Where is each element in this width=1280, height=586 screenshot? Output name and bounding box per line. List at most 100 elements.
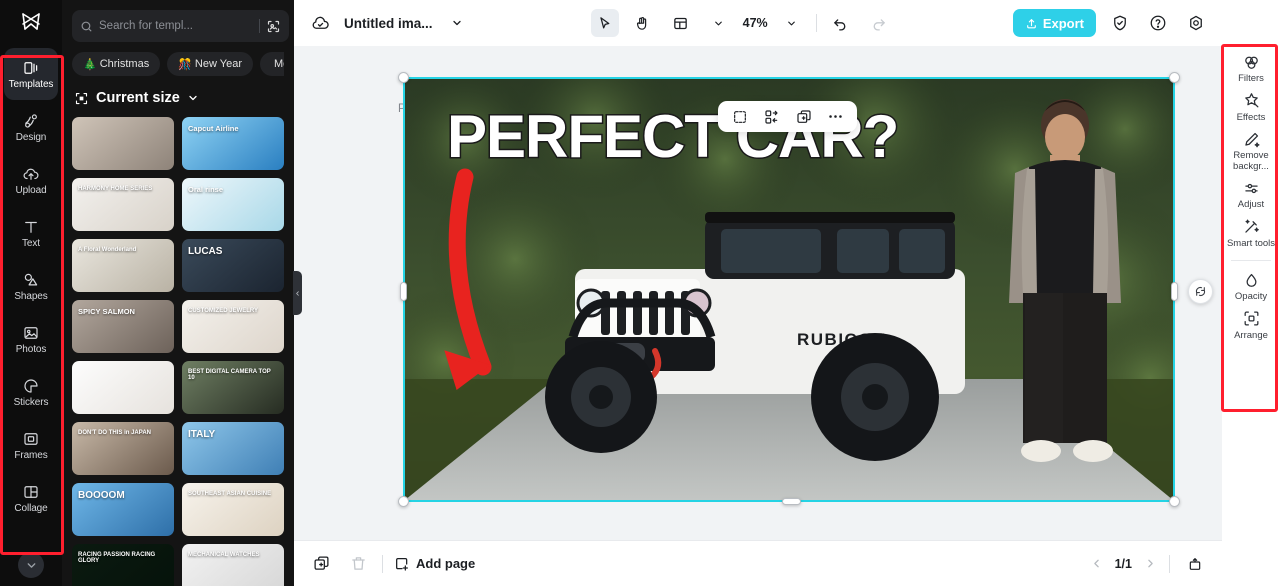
chip-label: Mo <box>274 58 284 70</box>
template-card-dont-do-this-in-japan[interactable]: DON'T DO THIS in JAPAN <box>72 422 174 475</box>
replace-media-button[interactable] <box>758 104 785 129</box>
sidebar-collapse-button[interactable] <box>18 552 44 578</box>
right-tool-arrange[interactable]: Arrange <box>1225 309 1277 342</box>
pager-divider <box>1169 554 1170 573</box>
crop-button[interactable] <box>726 104 753 129</box>
search-input[interactable] <box>72 10 289 42</box>
image-search-icon[interactable] <box>266 19 281 34</box>
right-tool-remove-backgr[interactable]: Remove backgr... <box>1225 129 1277 172</box>
hand-tool-button[interactable] <box>629 9 657 37</box>
right-tool-filters[interactable]: Filters <box>1225 52 1277 85</box>
delete-page-button[interactable] <box>345 551 371 577</box>
current-size-header[interactable]: Current size <box>72 90 284 106</box>
template-card-mechanical-watches[interactable]: MECHANICAL WATCHES <box>182 544 284 586</box>
template-card-customized-jewelry[interactable]: CUSTOMIZED JEWELRY <box>182 300 284 353</box>
selected-image-frame[interactable]: RUBICON PERFECT CAR? <box>398 72 1213 507</box>
template-card-harmony-home-series[interactable]: HARMONY HOME SERIES <box>72 178 174 231</box>
canvas-area[interactable]: Page 1 <box>294 46 1222 540</box>
duplicate-page-button[interactable] <box>308 551 334 577</box>
template-card-racing-passion-glory[interactable]: RACING PASSION RACING GLORY <box>72 544 174 586</box>
undo-button[interactable] <box>827 9 855 37</box>
help-circle-icon[interactable] <box>1144 9 1172 37</box>
template-card-oral-rinse-ad[interactable]: Oral rinse <box>182 178 284 231</box>
template-card-label: BEST DIGITAL CAMERA TOP 10 <box>188 369 271 381</box>
template-card-spicy-salmon[interactable]: SPICY SALMON <box>72 300 174 353</box>
template-card-food-menu-cards[interactable] <box>72 361 174 414</box>
document-title[interactable]: Untitled ima... <box>344 16 433 31</box>
template-card-label: BOOOOM <box>78 490 125 501</box>
add-page-button[interactable]: Add page <box>394 556 475 572</box>
resize-handle-left[interactable] <box>400 282 407 301</box>
right-tool-smart-tools[interactable]: Smart tools <box>1225 217 1277 250</box>
gear-icon[interactable] <box>1182 9 1210 37</box>
resize-handle-right[interactable] <box>1171 282 1178 301</box>
zoom-level[interactable]: 47% <box>743 16 768 30</box>
sidebar-item-stickers[interactable]: Stickers <box>4 366 58 418</box>
remove-background-icon <box>1242 129 1261 149</box>
template-card-floral-wonderland[interactable]: A Floral Wonderland <box>72 239 174 292</box>
sidebar-item-upload[interactable]: Upload <box>4 154 58 206</box>
cloud-saved-icon[interactable] <box>306 9 334 37</box>
category-chip-new-year[interactable]: 🎊 New Year <box>167 52 254 76</box>
redo-button[interactable] <box>865 9 893 37</box>
resize-handle-bottom-left[interactable] <box>398 496 409 507</box>
template-card-italy-travel[interactable]: ITALY <box>182 422 284 475</box>
right-tool-opacity[interactable]: Opacity <box>1225 270 1277 303</box>
sidebar-item-design[interactable]: Design <box>4 101 58 153</box>
duplicate-button[interactable] <box>790 104 817 129</box>
sidebar-item-photos[interactable]: Photos <box>4 313 58 365</box>
zoom-chevron-down-icon[interactable] <box>778 9 806 37</box>
adjust-sliders-icon <box>1242 178 1261 198</box>
next-page-button[interactable] <box>1144 557 1157 570</box>
template-card-label: ITALY <box>188 429 216 440</box>
artwork-thumbnail[interactable]: RUBICON PERFECT CAR? <box>405 79 1173 500</box>
rotate-handle[interactable] <box>1188 279 1213 304</box>
template-card-southeast-asian-cuisine[interactable]: SOUTHEAST ASIAN CUISINE <box>182 483 284 536</box>
layout-tool-button[interactable] <box>667 9 695 37</box>
category-chip-mo[interactable]: Mo <box>260 52 284 76</box>
chip-label: Christmas <box>99 58 150 70</box>
sidebar-item-templates[interactable]: Templates <box>4 48 58 100</box>
present-button[interactable] <box>1182 551 1208 577</box>
sidebar-item-frames[interactable]: Frames <box>4 419 58 471</box>
smart-tools-icon <box>1242 217 1261 237</box>
export-label: Export <box>1042 15 1084 31</box>
select-tool-button[interactable] <box>590 9 619 37</box>
sidebar-item-text[interactable]: Text <box>4 207 58 259</box>
capcut-logo-icon[interactable] <box>0 0 62 44</box>
chip-label: New Year <box>194 58 243 70</box>
template-card-interior-bedroom-carousel[interactable] <box>72 117 174 170</box>
editor-area: Untitled ima... 47% Export RUBICON PERFE… <box>294 0 1222 586</box>
template-card-booooom-reaction[interactable]: BOOOOM <box>72 483 174 536</box>
effects-icon <box>1242 91 1261 111</box>
sidebar-item-label: Templates <box>8 79 54 90</box>
resize-handle-bottom[interactable] <box>782 498 801 505</box>
right-tool-effects[interactable]: Effects <box>1225 91 1277 124</box>
sidebar-item-label: Design <box>15 132 47 143</box>
right-tool-adjust[interactable]: Adjust <box>1225 178 1277 211</box>
frames-icon <box>22 429 40 448</box>
search-field[interactable] <box>99 20 253 32</box>
category-chip-christmas[interactable]: 🎄 Christmas <box>72 52 161 76</box>
category-chips: 🎄Christmas🎊New Year Mo <box>72 52 284 76</box>
sidebar-item-collage[interactable]: Collage <box>4 472 58 524</box>
template-card-label: CUSTOMIZED JEWELRY <box>188 308 259 314</box>
top-toolbar: Untitled ima... 47% Export <box>294 0 1222 46</box>
search-icon <box>80 20 93 33</box>
template-card-lucas-podcast[interactable]: LUCAS <box>182 239 284 292</box>
shield-check-icon[interactable] <box>1106 9 1134 37</box>
panel-collapse-handle[interactable] <box>293 271 302 315</box>
template-card-best-digital-camera-top10[interactable]: BEST DIGITAL CAMERA TOP 10 <box>182 361 284 414</box>
resize-handle-top-left[interactable] <box>398 72 409 83</box>
more-options-button[interactable] <box>822 104 849 129</box>
template-card-airline-pricing-table[interactable]: Capcut Airline <box>182 117 284 170</box>
resize-handle-top-right[interactable] <box>1169 72 1180 83</box>
title-chevron-down-icon[interactable] <box>443 9 471 37</box>
sidebar-item-shapes[interactable]: Shapes <box>4 260 58 312</box>
resize-handle-bottom-right[interactable] <box>1169 496 1180 507</box>
prev-page-button[interactable] <box>1090 557 1103 570</box>
export-button[interactable]: Export <box>1012 9 1096 37</box>
layout-chevron-down-icon[interactable] <box>705 9 733 37</box>
chevron-down-icon[interactable] <box>187 92 199 104</box>
bottom-divider <box>382 554 383 573</box>
